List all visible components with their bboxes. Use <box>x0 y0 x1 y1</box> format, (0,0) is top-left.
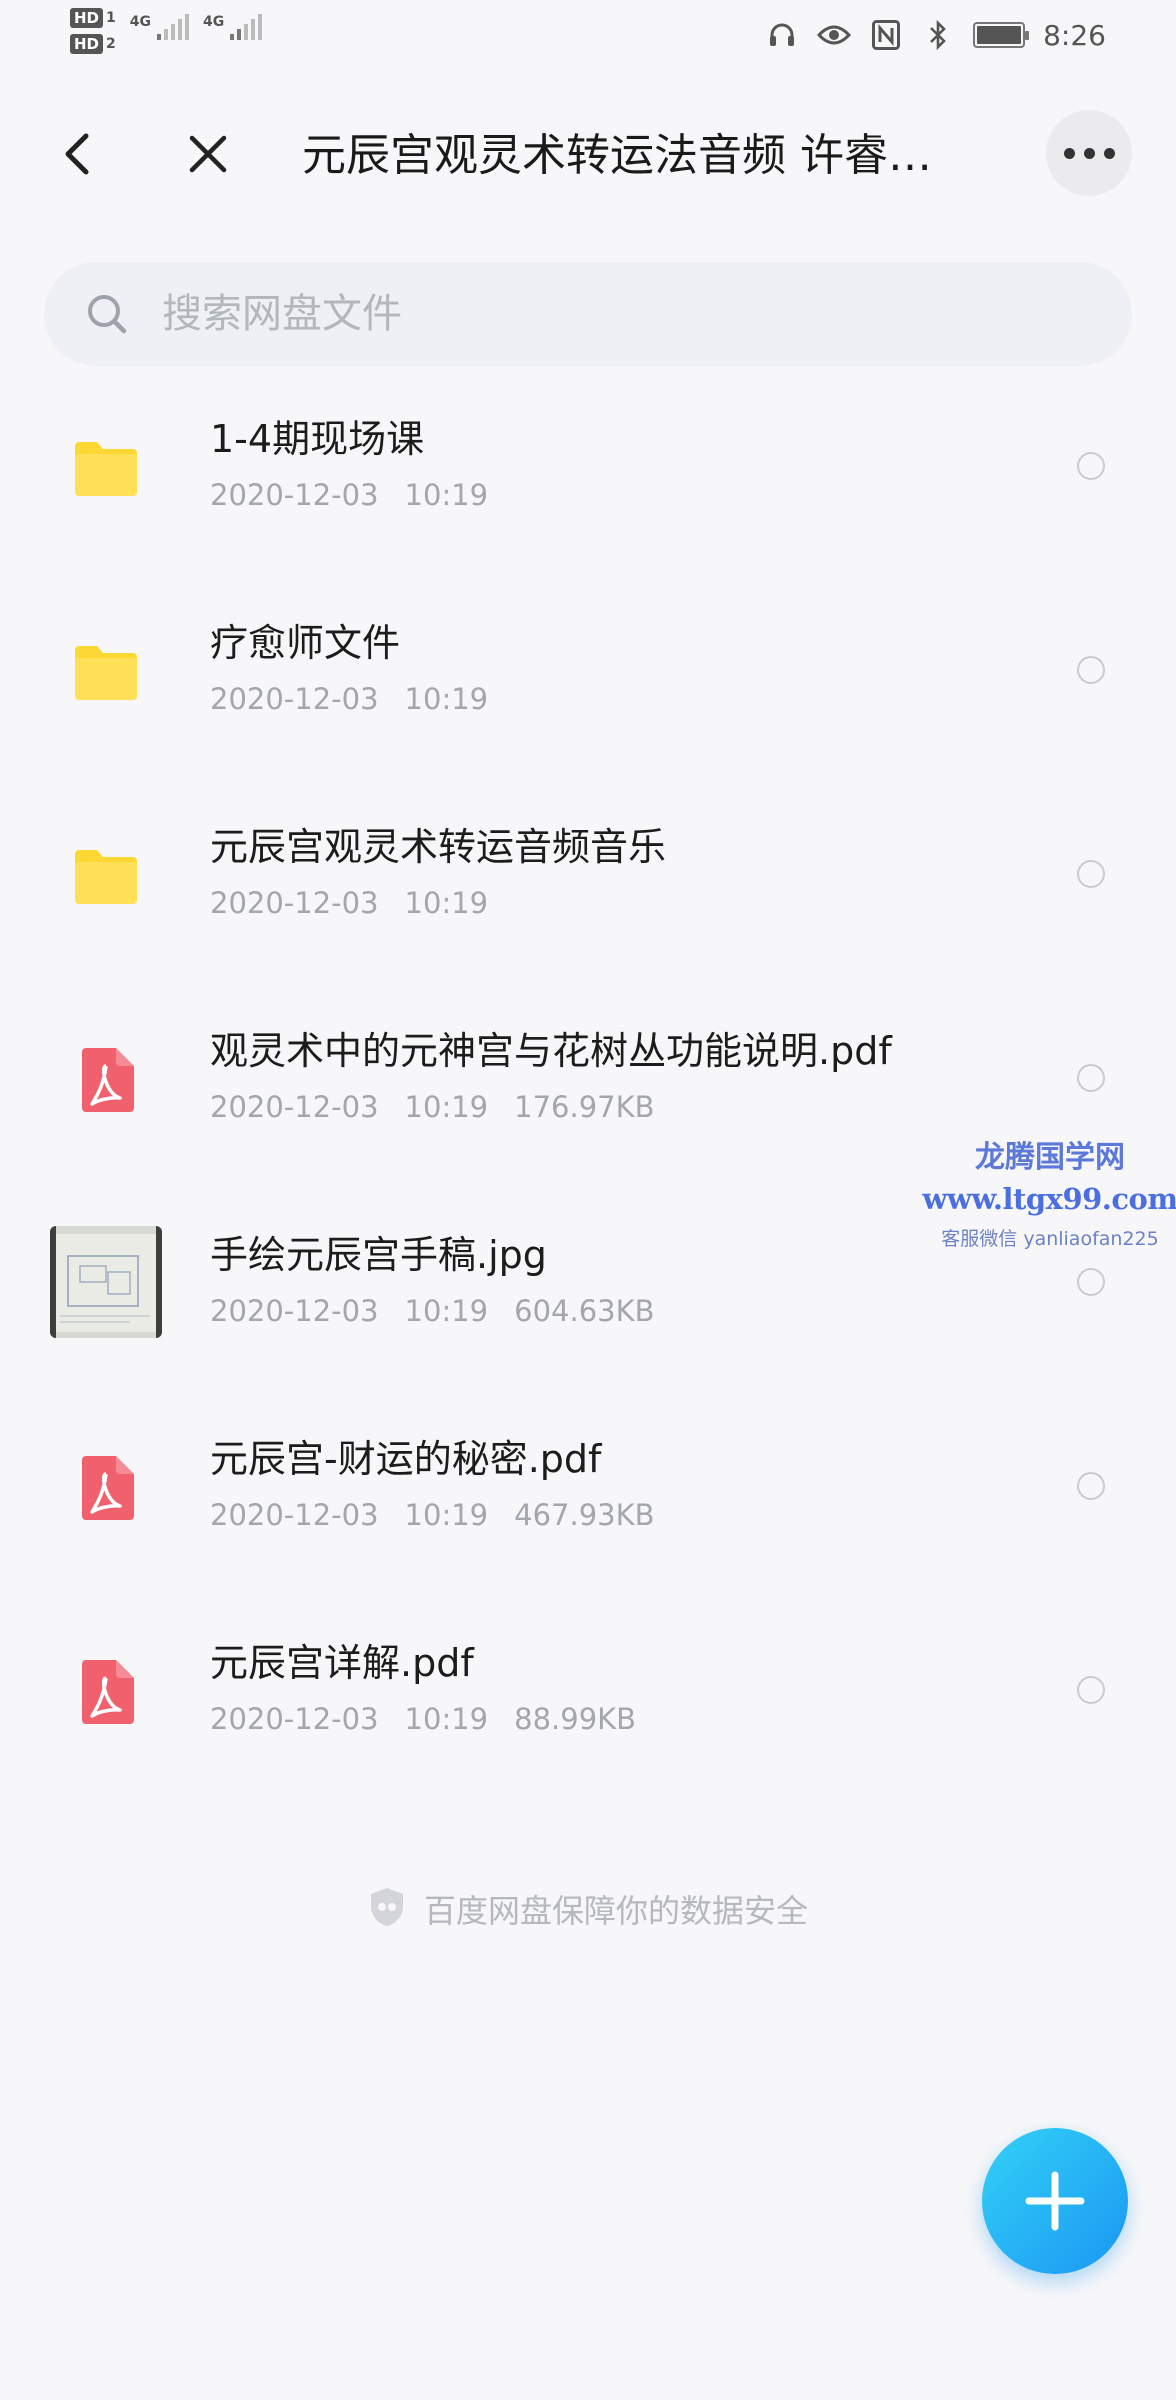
file-meta: 2020-12-03 10:19 88.99KB <box>210 1702 662 1736</box>
sim2-indicator: HD 2 <box>70 34 116 54</box>
sim1-network: 4G <box>129 14 151 30</box>
file-meta: 2020-12-03 10:19 176.97KB <box>210 1090 681 1124</box>
more-dot <box>1083 147 1095 159</box>
file-date: 2020-12-03 <box>210 1294 379 1328</box>
sim1-index: 1 <box>106 10 116 26</box>
bluetooth-icon <box>921 18 955 52</box>
file-row-folder[interactable]: 疗愈师文件 2020-12-03 10:19 <box>0 572 1176 776</box>
file-time: 10:19 <box>404 886 489 920</box>
status-bar: HD 1 HD 2 4G 4G 8:26 <box>0 0 1176 72</box>
battery-icon <box>973 22 1030 48</box>
pdf-icon <box>70 1656 142 1728</box>
file-size: 176.97KB <box>514 1090 655 1124</box>
file-name: 元辰宫详解.pdf <box>210 1641 474 1685</box>
file-meta: 2020-12-03 10:19 467.93KB <box>210 1498 681 1532</box>
signal-sim1-icon: 4G <box>130 14 189 40</box>
file-date: 2020-12-03 <box>210 682 379 716</box>
file-name: 1-4期现场课 <box>210 417 425 461</box>
search-icon <box>84 291 130 337</box>
file-date: 2020-12-03 <box>210 886 379 920</box>
page-title: 元辰宫观灵术转运法音频 许睿… <box>302 130 932 181</box>
file-date: 2020-12-03 <box>210 478 379 512</box>
file-name: 观灵术中的元神宫与花树丛功能说明.pdf <box>210 1029 892 1073</box>
select-radio[interactable] <box>1077 1268 1105 1296</box>
file-time: 10:19 <box>404 1294 489 1328</box>
select-radio[interactable] <box>1077 452 1105 480</box>
file-meta: 2020-12-03 10:19 <box>210 682 514 716</box>
file-size: 467.93KB <box>514 1498 655 1532</box>
chevron-left-icon <box>65 133 89 175</box>
close-button[interactable] <box>178 124 238 184</box>
file-row-pdf[interactable]: 元辰宫-财运的秘密.pdf 2020-12-03 10:19 467.93KB <box>0 1388 1176 1592</box>
nfc-icon <box>869 18 903 52</box>
sim2-network: 4G <box>203 14 225 30</box>
file-size: 88.99KB <box>514 1702 637 1736</box>
file-meta: 2020-12-03 10:19 604.63KB <box>210 1294 681 1328</box>
watermark: 龙腾国学网 www.ltgx99.com 客服微信 yanliaofan225 <box>920 1132 1176 1251</box>
file-time: 10:19 <box>404 478 489 512</box>
file-name: 疗愈师文件 <box>210 621 401 665</box>
file-row-folder[interactable]: 元辰宫观灵术转运音频音乐 2020-12-03 10:19 <box>0 776 1176 980</box>
image-thumbnail <box>50 1226 162 1338</box>
sim2-hd-label: HD <box>70 34 104 54</box>
folder-icon <box>70 432 142 504</box>
back-button[interactable] <box>46 124 106 184</box>
security-note-text: 百度网盘保障你的数据安全 <box>423 1892 808 1930</box>
select-radio[interactable] <box>1077 1064 1105 1092</box>
folder-icon <box>70 636 142 708</box>
security-note: 百度网盘保障你的数据安全 <box>0 1886 1176 1932</box>
pdf-icon <box>70 1044 142 1116</box>
sim-indicators: HD 1 HD 2 <box>70 8 116 54</box>
sim1-indicator: HD 1 <box>70 8 116 28</box>
file-date: 2020-12-03 <box>210 1498 379 1532</box>
file-meta: 2020-12-03 10:19 <box>210 478 514 512</box>
select-radio[interactable] <box>1077 1676 1105 1704</box>
sim1-hd-label: HD <box>70 8 104 28</box>
more-dot <box>1103 147 1115 159</box>
folder-icon <box>70 840 142 912</box>
status-time: 8:26 <box>1043 18 1106 52</box>
more-horizontal-icon <box>1063 147 1075 159</box>
file-date: 2020-12-03 <box>210 1090 379 1124</box>
watermark-contact: 客服微信 yanliaofan225 <box>941 1228 1159 1250</box>
file-time: 10:19 <box>404 1702 489 1736</box>
close-icon <box>189 135 227 173</box>
file-meta: 2020-12-03 10:19 <box>210 886 514 920</box>
app-header: 元辰宫观灵术转运法音频 许睿… <box>0 100 1176 210</box>
more-options-button[interactable] <box>1046 110 1132 196</box>
file-size: 604.63KB <box>514 1294 655 1328</box>
signal-sim2-icon: 4G <box>203 14 263 40</box>
eye-icon <box>817 18 852 52</box>
status-right: 8:26 <box>765 18 1106 52</box>
file-time: 10:19 <box>404 682 489 716</box>
plus-icon <box>1025 2171 1085 2231</box>
pdf-icon <box>70 1452 142 1524</box>
sim2-index: 2 <box>106 36 116 52</box>
select-radio[interactable] <box>1077 860 1105 888</box>
status-left: HD 1 HD 2 4G 4G <box>70 8 263 54</box>
file-list: 1-4期现场课 2020-12-03 10:19 疗愈师文件 2020-12-03… <box>0 368 1176 1796</box>
watermark-title: 龙腾国学网 <box>975 1140 1125 1175</box>
headset-icon <box>765 18 799 52</box>
file-date: 2020-12-03 <box>210 1702 379 1736</box>
select-radio[interactable] <box>1077 1472 1105 1500</box>
add-button[interactable] <box>982 2128 1128 2274</box>
search-input[interactable] <box>160 290 1064 338</box>
file-time: 10:19 <box>404 1498 489 1532</box>
file-row-folder[interactable]: 1-4期现场课 2020-12-03 10:19 <box>0 368 1176 572</box>
file-name: 手绘元辰宫手稿.jpg <box>210 1233 547 1277</box>
file-name: 元辰宫-财运的秘密.pdf <box>210 1437 602 1481</box>
select-radio[interactable] <box>1077 656 1105 684</box>
file-row-pdf[interactable]: 元辰宫详解.pdf 2020-12-03 10:19 88.99KB <box>0 1592 1176 1796</box>
shield-icon <box>368 1886 406 1932</box>
search-bar[interactable] <box>44 262 1132 366</box>
watermark-url: www.ltgx99.com <box>922 1182 1176 1216</box>
file-name: 元辰宫观灵术转运音频音乐 <box>210 825 667 869</box>
file-time: 10:19 <box>404 1090 489 1124</box>
